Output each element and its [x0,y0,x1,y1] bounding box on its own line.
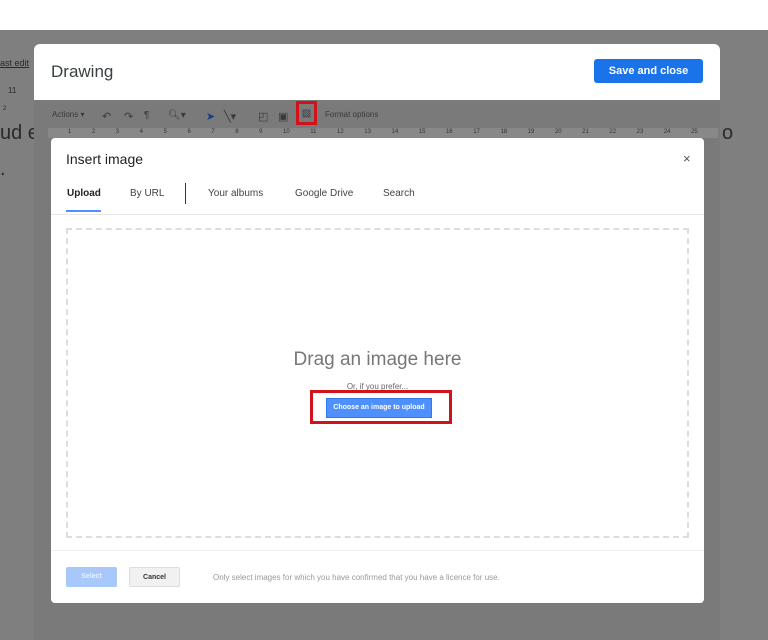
ruler-tick: 23 [636,129,644,135]
highlight-image-tool: ▨ [296,101,317,125]
ruler-tick: 4 [139,129,144,135]
doc-text-dot: . [0,158,6,180]
ruler-tick: 21 [582,129,589,135]
ruler-tick: 24 [663,129,671,135]
ruler-tick: 15 [418,129,426,135]
insert-image-dialog: Insert image × Upload By URL Your albums… [51,138,704,603]
cancel-button[interactable]: Cancel [129,567,180,587]
image-icon[interactable]: ▨ [299,108,314,119]
tab-google-drive[interactable]: Google Drive [295,188,353,199]
shape-icon[interactable]: ◰ [258,110,268,123]
insert-image-title: Insert image [66,151,144,167]
tab-upload[interactable]: Upload [67,188,101,199]
drag-text: Drag an image here [293,349,462,370]
text-box-icon[interactable]: ▣ [278,110,288,123]
ruler-tick: 9 [259,129,263,135]
ruler-tick: 5 [163,129,167,135]
ruler-tick: 20 [554,129,562,135]
ruler-tick: 2 [91,129,96,135]
ruler-tick: 11 [310,129,317,135]
drop-zone[interactable]: Drag an image here Or, if you prefer... … [66,228,689,538]
redo-icon[interactable]: ↷ [124,110,133,123]
tab-search[interactable]: Search [383,188,415,199]
line-icon[interactable]: ╲▾ [224,110,236,123]
ruler-tick: 8 [235,129,239,135]
drawing-ruler: 1 2 3 4 5 6 7 8 9 10 11 12 13 14 15 16 17 18 19 20 21 22 23 24 2… [48,128,718,138]
ruler-tick: 7 [211,129,215,135]
ruler-tick: 22 [609,129,617,135]
zoom-icon[interactable]: 🔍︎▾ [168,110,186,121]
ruler-tick: 16 [445,129,453,135]
doc-ruler: 2 [3,106,7,112]
ruler-tick: 14 [391,129,399,135]
close-icon[interactable]: × [683,151,691,166]
ruler-tick: 19 [527,129,535,135]
paint-format-icon[interactable]: ¶ [144,110,149,121]
actions-menu[interactable]: Actions ▾ [52,110,84,119]
ruler-tick: 10 [283,129,290,135]
tab-by-url[interactable]: By URL [130,188,164,199]
doc-text-right: o [722,122,734,144]
ruler-tick: 6 [187,129,191,135]
select-button[interactable]: Select [66,567,117,587]
ruler-tick: 18 [500,129,508,135]
last-edit-link: ast edit [0,58,30,68]
font-size-box: 11 [8,86,17,95]
save-and-close-button[interactable]: Save and close [594,59,703,83]
tab-divider [185,183,186,204]
licence-note: Only select images for which you have co… [213,573,500,582]
choose-image-button[interactable]: Choose an image to upload [326,398,432,418]
footer-divider [51,550,704,551]
ruler-tick: 12 [337,129,344,135]
drawing-header: Drawing Save and close [34,44,720,100]
ruler-tick: 3 [115,129,120,135]
drawing-title: Drawing [51,62,114,81]
ruler-tick: 1 [68,129,72,135]
undo-icon[interactable]: ↶ [102,110,111,123]
select-arrow-icon[interactable]: ➤ [206,110,215,123]
ruler-tick: 25 [691,129,698,135]
tab-separator [51,214,704,215]
tab-your-albums[interactable]: Your albums [208,188,263,199]
format-options[interactable]: Format options [325,110,378,119]
ruler-tick: 17 [473,129,480,135]
ruler-tick: 13 [364,129,371,135]
active-tab-indicator [66,210,101,212]
